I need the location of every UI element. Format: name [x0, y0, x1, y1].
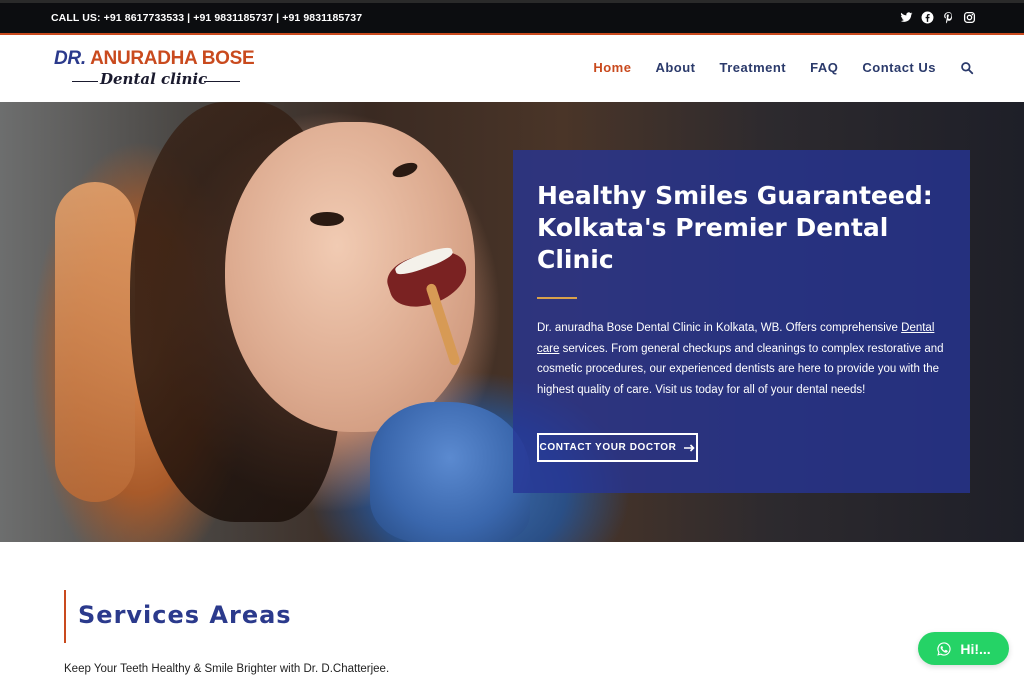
social-links — [900, 11, 976, 24]
hero-desc-text: Dr. anuradha Bose Dental Clinic in Kolka… — [537, 322, 902, 334]
whatsapp-icon — [937, 641, 951, 656]
whatsapp-label: Hi!... — [960, 640, 991, 657]
top-bar: CALL US: +91 8617733533 | +91 9831185737… — [0, 0, 1024, 35]
logo-rule-right — [204, 81, 240, 82]
hero-banner: Healthy Smiles Guaranteed: Kolkata's Pre… — [0, 102, 1024, 542]
logo-rule-left — [72, 81, 98, 82]
whatsapp-chat-button[interactable]: Hi!... — [918, 632, 1009, 665]
site-header: DR. ANURADHA BOSE Dental clinic Home Abo… — [0, 35, 1024, 102]
services-section: Services Areas Keep Your Teeth Healthy &… — [0, 542, 1024, 683]
call-us-text: CALL US: +91 8617733533 | +91 9831185737… — [51, 12, 363, 24]
pinterest-icon[interactable] — [942, 11, 955, 24]
hero-description: Dr. anuradha Bose Dental Clinic in Kolka… — [537, 318, 949, 400]
nav-home[interactable]: Home — [593, 60, 631, 75]
clinic-logo[interactable]: DR. ANURADHA BOSE Dental clinic — [54, 48, 255, 90]
instagram-icon[interactable] — [963, 11, 976, 24]
services-heading: Services Areas — [78, 601, 292, 629]
hero-panel: Healthy Smiles Guaranteed: Kolkata's Pre… — [513, 150, 970, 493]
hero-photo-chair — [55, 182, 135, 502]
twitter-icon[interactable] — [900, 11, 913, 24]
nav-treatment[interactable]: Treatment — [720, 60, 787, 75]
heading-accent-bar — [64, 590, 66, 643]
hero-title: Healthy Smiles Guaranteed: Kolkata's Pre… — [537, 181, 933, 274]
cta-label: CONTACT YOUR DOCTOR — [539, 442, 677, 453]
arrow-right-icon — [684, 443, 696, 452]
hero-photo-eye — [310, 212, 344, 226]
logo-name: ANURADHA BOSE — [90, 48, 255, 69]
nav-contact-us[interactable]: Contact Us — [862, 60, 936, 75]
contact-doctor-button[interactable]: CONTACT YOUR DOCTOR — [537, 433, 698, 462]
hero-desc-text-end: services. From general checkups and clea… — [537, 342, 944, 396]
facebook-icon[interactable] — [921, 11, 934, 24]
nav-about[interactable]: About — [655, 60, 695, 75]
hero-photo-glove — [370, 402, 530, 542]
nav-faq[interactable]: FAQ — [810, 60, 838, 75]
search-icon[interactable] — [960, 61, 974, 75]
hero-divider — [537, 297, 577, 299]
main-nav: Home About Treatment FAQ Contact Us — [569, 60, 974, 75]
logo-tagline: Dental clinic — [100, 70, 208, 88]
services-subtext: Keep Your Teeth Healthy & Smile Brighter… — [64, 663, 390, 675]
logo-prefix: DR. — [54, 48, 86, 69]
